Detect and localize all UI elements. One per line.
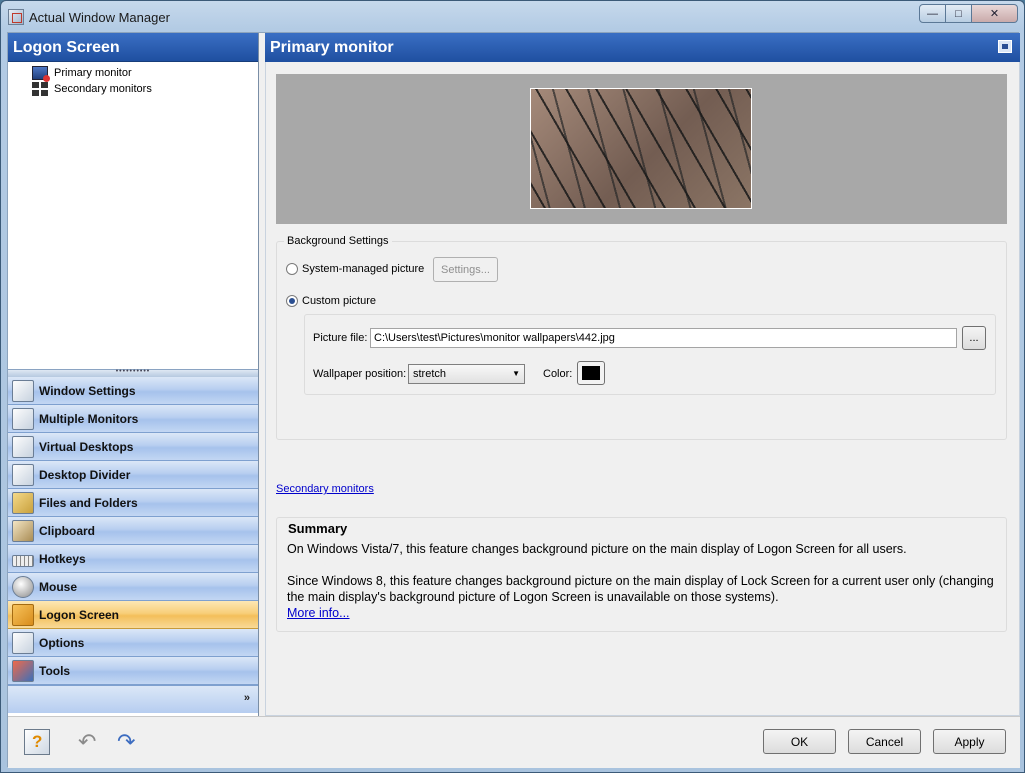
nav-item-label: Options <box>39 635 85 650</box>
wallpaper-thumbnail <box>530 88 752 209</box>
help-icon[interactable] <box>24 729 50 755</box>
browse-button[interactable]: ... <box>962 326 986 350</box>
system-managed-option[interactable]: System-managed picture <box>286 263 424 275</box>
virtual-desktops-icon <box>12 435 34 458</box>
summary-panel: Summary On Windows Vista/7, this feature… <box>276 517 1007 632</box>
wallpaper-preview <box>276 74 1007 224</box>
undo-icon[interactable]: ↶ <box>78 729 104 755</box>
bottom-bar: ↶ ↷ OK Cancel Apply <box>8 716 1020 768</box>
picture-file-input[interactable] <box>370 328 957 348</box>
options-icon <box>12 631 34 654</box>
caption-buttons: — □ ✕ <box>919 4 1018 23</box>
background-settings-group: Background Settings System-managed pictu… <box>276 235 1007 440</box>
tools-icon <box>12 659 34 682</box>
nav-item-label: Hotkeys <box>39 551 86 566</box>
nav-item-virtual-desktops[interactable]: Virtual Desktops <box>8 433 258 461</box>
color-picker-button[interactable] <box>577 361 605 385</box>
ok-button[interactable]: OK <box>763 729 836 754</box>
nav-item-label: Logon Screen <box>39 607 120 622</box>
minimize-button[interactable]: — <box>919 4 946 23</box>
monitor-icon <box>32 66 50 82</box>
group-legend: Background Settings <box>284 235 392 247</box>
mouse-icon <box>12 575 34 598</box>
custom-picture-option[interactable]: Custom picture <box>286 295 376 307</box>
close-button[interactable]: ✕ <box>972 4 1018 23</box>
tree-item-label: Primary monitor <box>54 67 132 79</box>
chevron-more-icon[interactable]: » <box>244 692 250 704</box>
left-pane: Logon Screen Primary monitor Secondary m… <box>8 33 259 716</box>
summary-paragraph: On Windows Vista/7, this feature changes… <box>287 542 907 556</box>
settings-tree: Primary monitor Secondary monitors <box>8 62 258 369</box>
picture-file-label: Picture file: <box>313 332 368 344</box>
nav-item-clipboard[interactable]: Clipboard <box>8 517 258 545</box>
wallpaper-position-value: stretch <box>413 368 447 380</box>
multiple-monitors-icon <box>12 407 34 430</box>
title-bar: Actual Window Manager — □ ✕ <box>1 1 1024 31</box>
system-managed-label: System-managed picture <box>302 263 425 275</box>
nav-item-hotkeys[interactable]: Hotkeys <box>8 545 258 573</box>
nav-item-multiple-monitors[interactable]: Multiple Monitors <box>8 405 258 433</box>
tree-item-primary-monitor[interactable]: Primary monitor <box>32 65 258 82</box>
settings-button[interactable]: Settings... <box>433 257 498 282</box>
window-settings-icon <box>12 379 34 402</box>
nav-item-label: Multiple Monitors <box>39 411 139 426</box>
summary-text: On Windows Vista/7, this feature changes… <box>287 541 997 621</box>
clipboard-icon <box>12 519 34 542</box>
page-title: Primary monitor <box>270 39 394 56</box>
more-info-link[interactable]: More info... <box>287 606 350 620</box>
nav-item-window-settings[interactable]: Window Settings <box>8 377 258 405</box>
summary-paragraph: Since Windows 8, this feature changes ba… <box>287 574 994 604</box>
left-pane-header: Logon Screen <box>8 33 258 62</box>
secondary-monitors-link[interactable]: Secondary monitors <box>276 483 374 495</box>
content-area: Background Settings System-managed pictu… <box>265 62 1020 716</box>
nav-item-label: Virtual Desktops <box>39 439 134 454</box>
system-managed-radio[interactable] <box>286 263 298 275</box>
right-pane: Primary monitor Background Settings Syst… <box>265 33 1020 716</box>
multi-monitor-icon <box>32 82 48 96</box>
nav-item-label: Desktop Divider <box>39 467 131 482</box>
nav-item-label: Window Settings <box>39 383 136 398</box>
apply-button[interactable]: Apply <box>933 729 1006 754</box>
tree-item-secondary-monitors[interactable]: Secondary monitors <box>32 81 258 97</box>
app-window: Actual Window Manager — □ ✕ Logon Screen… <box>0 0 1025 773</box>
nav-item-label: Clipboard <box>39 523 95 538</box>
nav-item-label: Mouse <box>39 579 78 594</box>
color-label: Color: <box>543 368 573 380</box>
nav-item-label: Tools <box>39 663 71 678</box>
nav-item-tools[interactable]: Tools <box>8 657 258 685</box>
pane-splitter[interactable]: •••••••••• <box>8 368 258 377</box>
wallpaper-position-label: Wallpaper position: <box>313 368 407 380</box>
nav-item-mouse[interactable]: Mouse <box>8 573 258 601</box>
custom-picture-radio[interactable] <box>286 295 298 307</box>
cancel-button[interactable]: Cancel <box>848 729 921 754</box>
app-icon <box>8 9 24 25</box>
tree-item-label: Secondary monitors <box>54 83 152 95</box>
nav-item-options[interactable]: Options <box>8 629 258 657</box>
nav-item-logon-screen[interactable]: Logon Screen <box>8 601 258 629</box>
window-title: Actual Window Manager <box>29 10 170 25</box>
nav-item-label: Files and Folders <box>39 495 138 510</box>
desktop-divider-icon <box>12 463 34 486</box>
key-icon <box>12 603 34 626</box>
client-area: Logon Screen Primary monitor Secondary m… <box>7 32 1020 768</box>
keyboard-icon <box>12 554 34 567</box>
custom-picture-group: Picture file: ... Wallpaper position: st… <box>304 314 996 395</box>
right-pane-header: Primary monitor <box>265 33 1020 62</box>
folder-icon <box>12 491 34 514</box>
custom-picture-label: Custom picture <box>302 295 376 307</box>
nav-footer: » <box>8 685 258 713</box>
redo-icon[interactable]: ↷ <box>117 729 143 755</box>
nav-item-desktop-divider[interactable]: Desktop Divider <box>8 461 258 489</box>
maximize-button[interactable]: □ <box>946 4 972 23</box>
screen-icon[interactable] <box>998 40 1012 53</box>
wallpaper-position-select[interactable]: stretch <box>408 364 525 384</box>
nav-item-files-and-folders[interactable]: Files and Folders <box>8 489 258 517</box>
summary-title: Summary <box>288 521 348 536</box>
